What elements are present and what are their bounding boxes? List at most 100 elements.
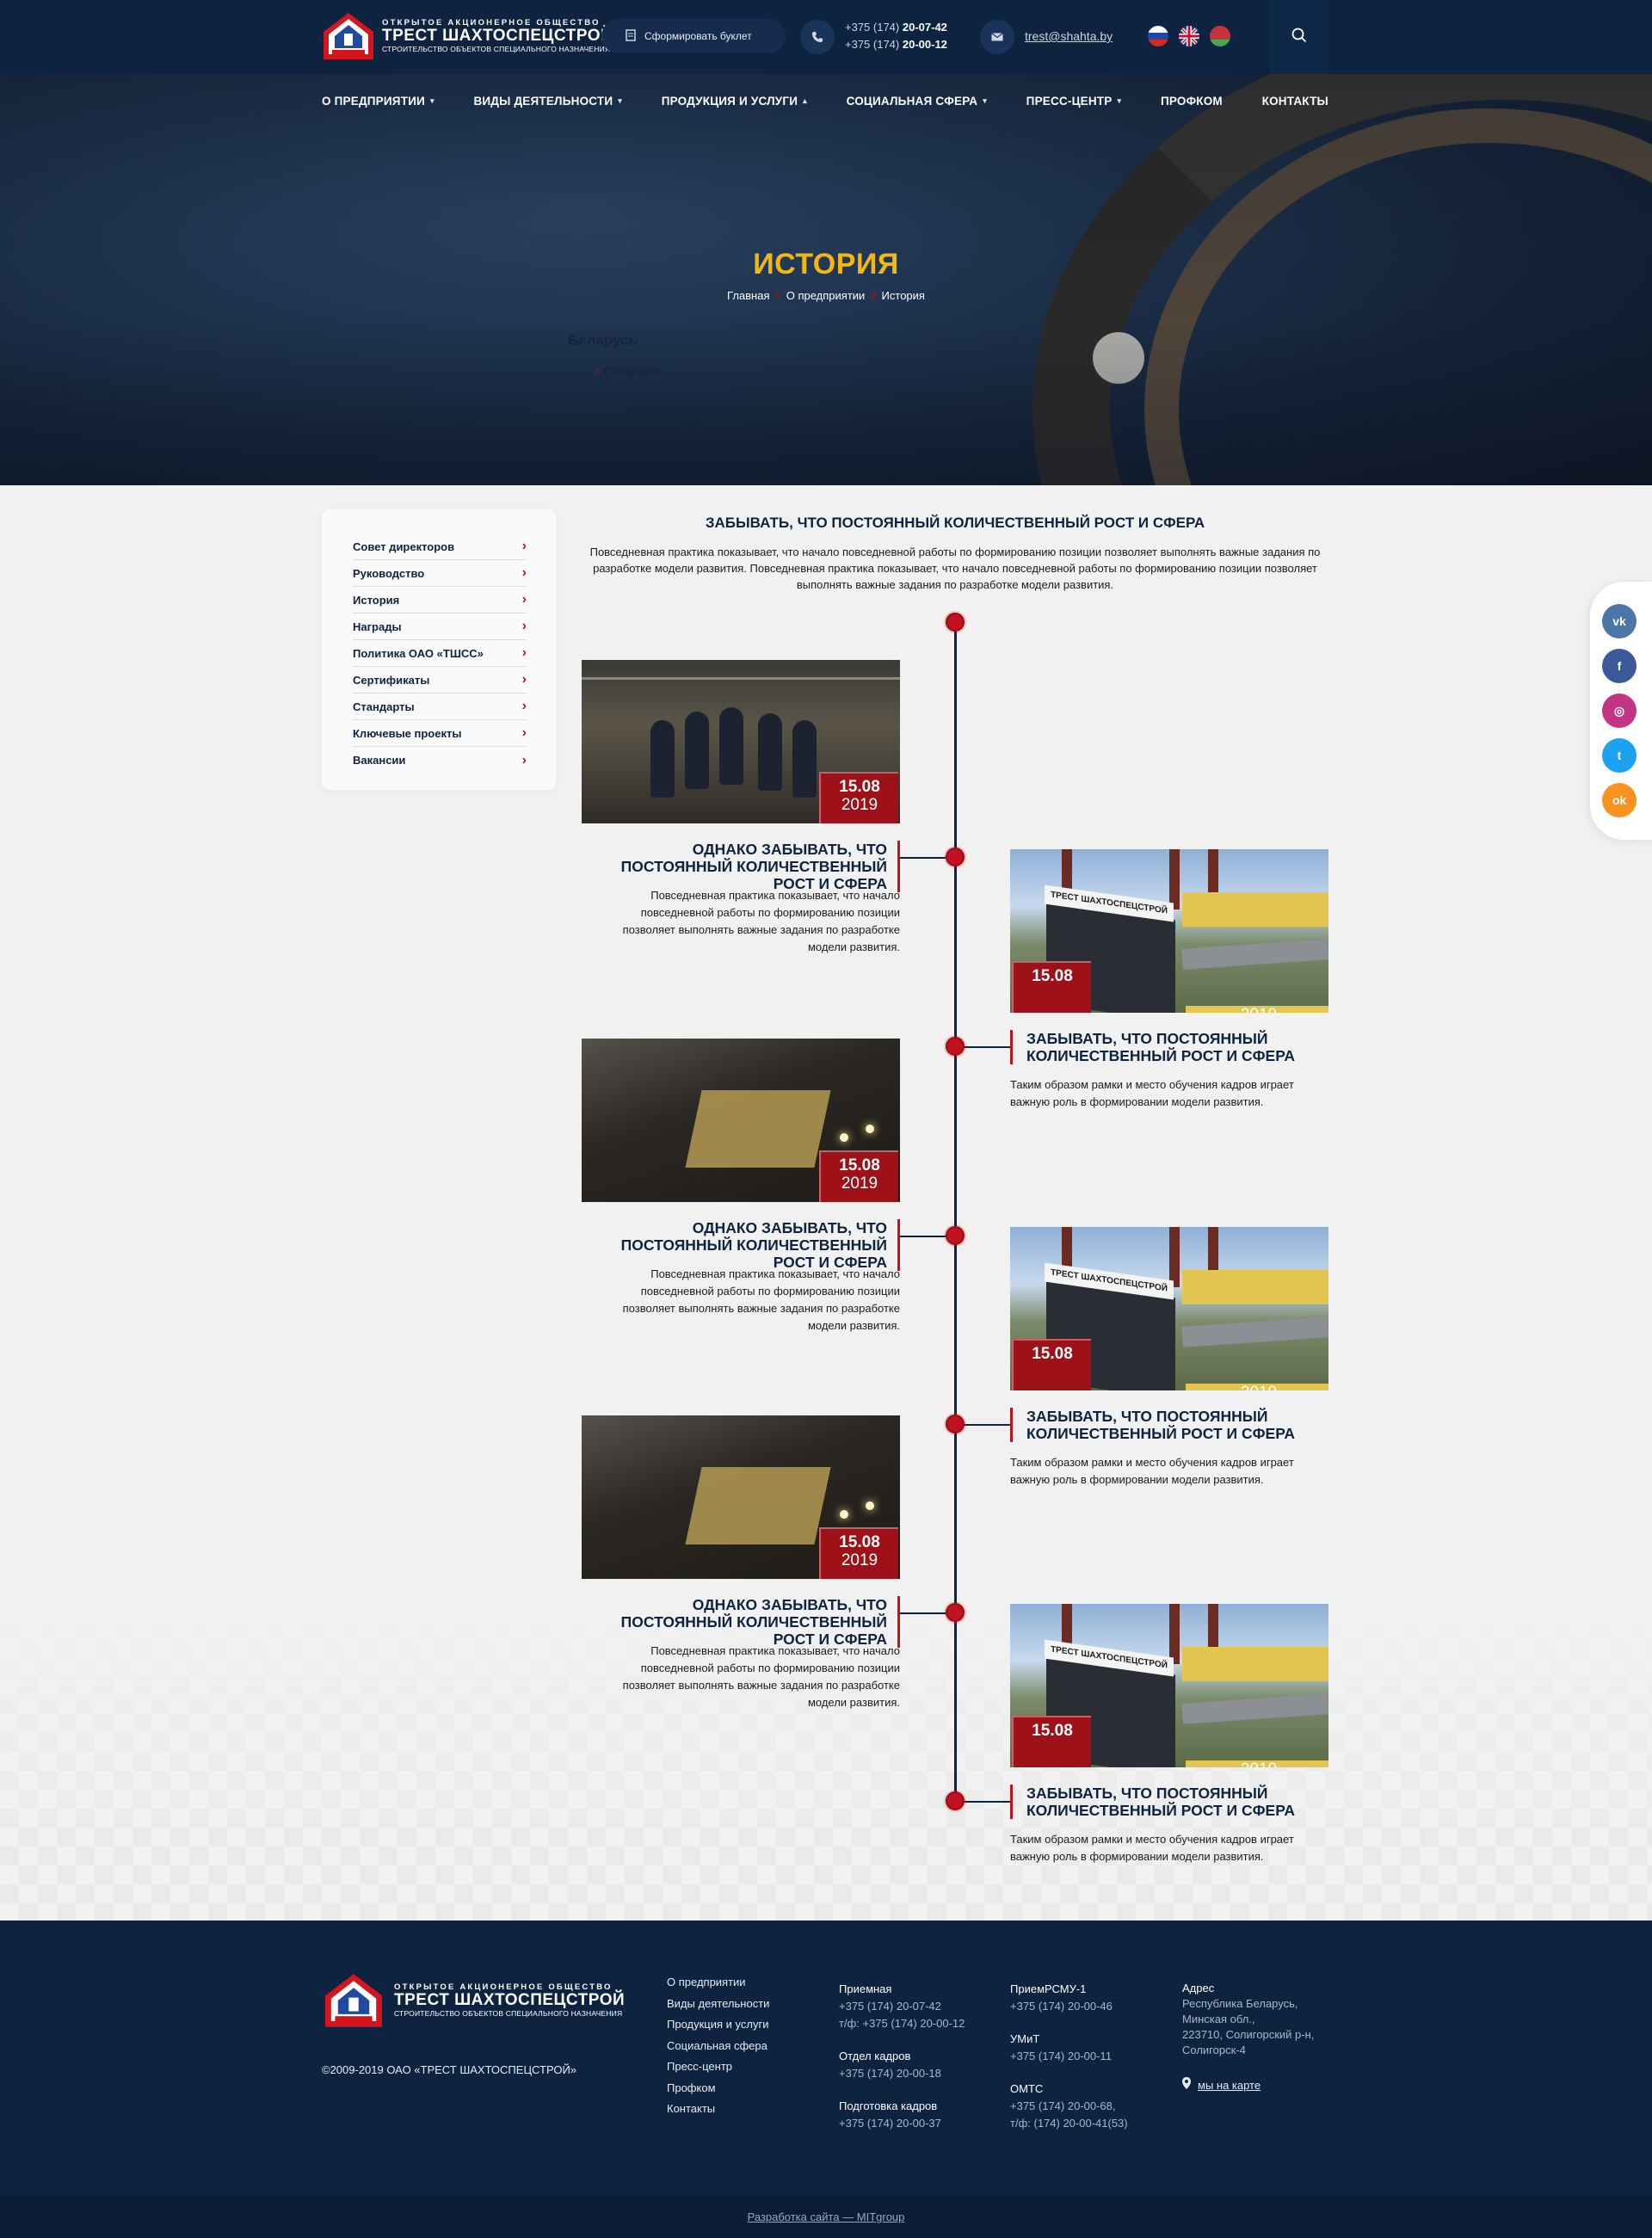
timeline-title: ЗАБЫВАТЬ, ЧТО ПОСТОЯННЫЙ КОЛИЧЕСТВЕННЫЙ … [1010,1030,1328,1064]
phone-icon [800,20,835,54]
timeline-text: Повседневная практика показывает, что на… [622,889,900,953]
breadcrumb-home[interactable]: Главная [727,289,769,302]
odnoklassniki-icon[interactable]: ok [1602,783,1637,817]
chevron-right-icon: › [521,672,527,687]
social-share-panel: vk f ◎ t ok [1590,582,1652,840]
hero-map-city: ⌂ Солигорск [594,365,663,378]
chevron-down-icon: ▾ [1117,96,1122,105]
date-badge: 15.082019 [1012,1716,1328,1767]
date-badge: 15.082019 [1012,961,1328,1013]
chevron-right-icon: › [521,699,527,713]
nav-item-press[interactable]: Пресс-центр ▾ [1026,95,1122,108]
footer-logo[interactable]: Открытое акционерное общество ТРЕСТ ШАХТ… [322,1972,625,2029]
sidebar-item-standards[interactable]: Стандарты › [353,694,527,720]
map-pin-icon [1182,2077,1191,2093]
footer-link-social[interactable]: Социальная сфера [667,2036,769,2057]
sidebar-item-policy[interactable]: Политика ОАО «ТШСС» › [353,640,527,667]
facebook-icon[interactable]: f [1602,649,1637,683]
twitter-icon[interactable]: t [1602,738,1637,773]
timeline-dot [946,1603,965,1622]
bottom-bar: Разработка сайта — MITgroup [0,2196,1652,2238]
date-badge: 15.082019 [819,1527,898,1579]
footer-link-press[interactable]: Пресс-центр [667,2056,769,2078]
timeline-title: ЗАБЫВАТЬ, ЧТО ПОСТОЯННЫЙ КОЛИЧЕСТВЕННЫЙ … [1010,1408,1328,1442]
chevron-right-icon: › [521,645,527,660]
date-badge: 15.082019 [1012,1339,1328,1390]
map-link[interactable]: мы на карте [1198,2078,1261,2093]
timeline-text: Таким образом рамки и место обучения кад… [1010,1456,1294,1486]
phone-numbers[interactable]: +375 (174) 20-07-42 +375 (174) 20-00-12 [845,19,947,53]
sidebar-item-management[interactable]: Руководство › [353,560,527,587]
map-house-icon: ⌂ [594,365,601,378]
footer-link-products[interactable]: Продукция и услуги [667,2014,769,2036]
nav-item-products[interactable]: Продукция и услуги ▴ [662,95,807,108]
timeline-dot [946,613,965,632]
sidebar-item-awards[interactable]: Награды › [353,613,527,640]
hero-map-country: Беларусь [568,332,638,348]
sidebar-item-vacancies[interactable]: Вакансии › [353,747,527,774]
footer-link-activities[interactable]: Виды деятельности [667,1994,769,2015]
sidebar-item-board[interactable]: Совет директоров › [353,533,527,560]
nav-item-union[interactable]: Профком [1161,95,1223,108]
timeline-photo: ТРЕСТ ШАХТОСПЕЦСТРОЙ 15.082019 [1010,1604,1328,1767]
search-button[interactable] [1270,0,1328,74]
timeline-axis [954,621,957,1802]
top-bar: Открытое акционерное общество ТРЕСТ ШАХТ… [0,0,1652,74]
sidebar-item-history[interactable]: История › [353,587,527,613]
page-title: ИСТОРИЯ [753,248,899,281]
nav-item-contacts[interactable]: Контакты [1262,95,1328,108]
vk-icon[interactable]: vk [1602,604,1637,638]
timeline-photo: ТРЕСТ ШАХТОСПЕЦСТРОЙ 15.082019 [1010,849,1328,1013]
intro-heading: ЗАБЫВАТЬ, ЧТО ПОСТОЯННЫЙ КОЛИЧЕСТВЕННЫЙ … [705,515,1205,531]
logo-emblem [322,11,375,61]
nav-item-social[interactable]: Социальная сфера ▾ [847,95,987,108]
breadcrumb-current: История [881,289,925,302]
footer: Открытое акционерное общество ТРЕСТ ШАХТ… [0,1920,1652,2196]
booklet-icon [626,28,636,44]
chevron-down-icon: ▾ [429,96,435,105]
main-navigation: О предприятии ▾ Виды деятельности ▾ Продук… [322,95,1328,108]
timeline-text: Повседневная практика показывает, что на… [622,1644,900,1709]
copyright: ©2009-2019 ОАО «ТРЕСТ ШАХТОСПЕЦСТРОЙ» [322,2063,577,2076]
timeline-text: Таким образом рамки и место обучения кад… [1010,1078,1294,1108]
breadcrumb-about[interactable]: О предприятии [786,289,866,302]
footer-link-about[interactable]: О предприятии [667,1972,769,1994]
timeline-photo: 15.08 2019 [582,1039,900,1202]
booklet-label: Сформировать буклет [644,30,752,42]
language-en-flag-icon[interactable] [1179,26,1199,46]
hero-banner: Беларусь ⌂ Солигорск О предприятии ▾ Виды… [0,74,1652,485]
chevron-right-icon: › [521,752,527,768]
booklet-button[interactable]: Сформировать буклет [601,19,786,53]
timeline-dot [946,1415,965,1433]
intro-text: Повседневная практика показывает, что на… [589,546,1321,591]
footer-address: Адрес Республика Беларусь, Минская обл.,… [1182,1981,1314,2093]
timeline-dot [946,848,965,866]
timeline-photo: 15.08 2019 [582,1415,900,1579]
timeline-dot [946,1226,965,1245]
email-link[interactable]: trest@shahta.by [1025,29,1113,43]
chevron-right-icon: › [521,725,527,740]
sidebar-item-certificates[interactable]: Сертификаты › [353,667,527,694]
footer-link-union[interactable]: Профком [667,2078,769,2099]
footer-link-contacts[interactable]: Контакты [667,2099,769,2120]
mail-icon [980,20,1014,54]
nav-item-about[interactable]: О предприятии ▾ [322,95,435,108]
sidebar-item-projects[interactable]: Ключевые проекты › [353,720,527,747]
instagram-icon[interactable]: ◎ [1602,694,1637,728]
company-logo[interactable]: Открытое акционерное общество ТРЕСТ ШАХТ… [322,11,613,61]
date-badge: 15.082019 [819,772,898,823]
chevron-right-icon: › [521,592,527,607]
timeline-title: ОДНАКО ЗАБЫВАТЬ, ЧТО ПОСТОЯННЫЙ КОЛИЧЕСТ… [582,841,900,892]
chevron-down-icon: ▾ [618,96,622,105]
language-by-flag-icon[interactable] [1210,26,1230,46]
language-ru-flag-icon[interactable] [1148,26,1168,46]
chevron-right-icon: › [521,539,527,553]
search-icon [1291,28,1307,47]
timeline-dot [946,1037,965,1056]
logo-name: ТРЕСТ ШАХТОСПЕЦСТРОЙ [382,27,613,46]
developer-credit-link[interactable]: Разработка сайта — MITgroup [748,2210,905,2223]
timeline-title: ОДНАКО ЗАБЫВАТЬ, ЧТО ПОСТОЯННЫЙ КОЛИЧЕСТ… [582,1219,900,1271]
date-badge: 15.082019 [819,1150,898,1202]
timeline-text: Таким образом рамки и место обучения кад… [1010,1833,1294,1863]
nav-item-activities[interactable]: Виды деятельности ▾ [473,95,622,108]
